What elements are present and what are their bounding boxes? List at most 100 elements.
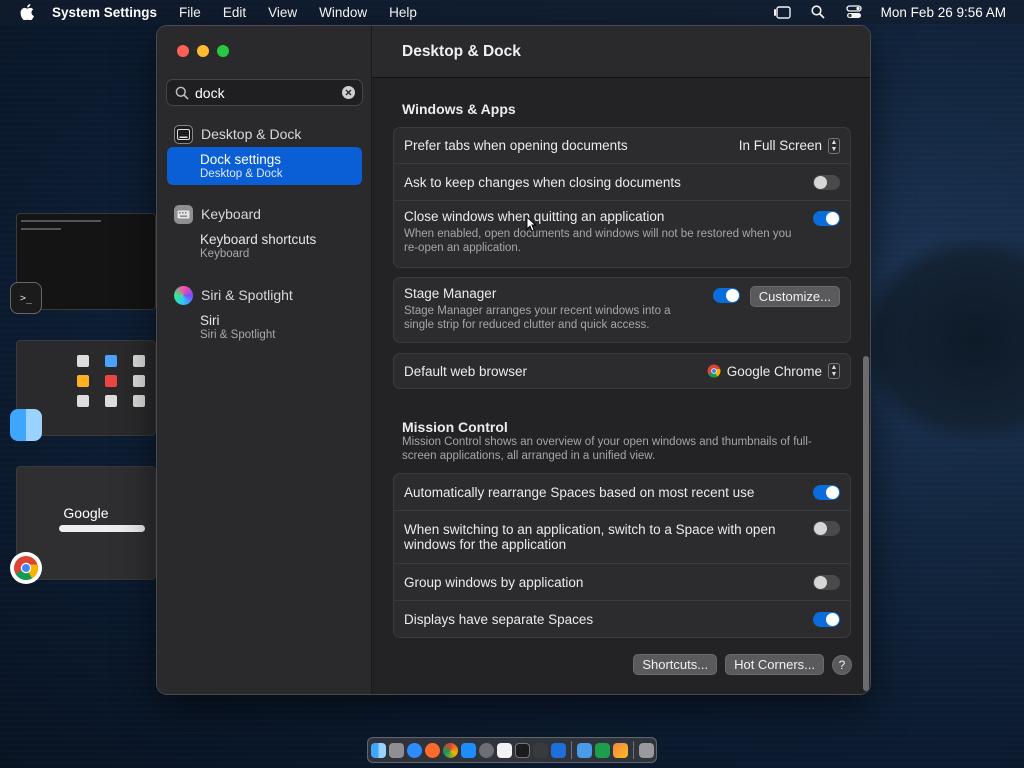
default-browser-label: Default web browser (404, 363, 528, 379)
menu-view[interactable]: View (268, 5, 297, 20)
sidebar-result-keyboard-shortcuts[interactable]: Keyboard shortcuts Keyboard (167, 227, 362, 265)
menu-window[interactable]: Window (319, 5, 367, 20)
dock-firefox-icon[interactable] (424, 742, 440, 758)
prefer-tabs-popup[interactable]: In Full Screen ▲ ▼ (739, 137, 840, 154)
dock-separator (570, 741, 572, 759)
dock-chrome-icon[interactable] (442, 742, 458, 758)
close-window-button[interactable] (177, 45, 189, 57)
row-prefer-tabs: Prefer tabs when opening documents In Fu… (394, 128, 850, 164)
stage-manager-desc: Stage Manager arranges your recent windo… (404, 305, 671, 331)
section-title-mission-control: Mission Control (402, 419, 508, 435)
help-button[interactable]: ? (832, 654, 852, 675)
shortcuts-button[interactable]: Shortcuts... (633, 654, 718, 675)
section-title-windows-apps: Windows & Apps (402, 101, 516, 117)
dock-trash-icon[interactable] (638, 742, 654, 758)
page-title: Desktop & Dock (372, 26, 870, 78)
terminal-app-icon[interactable]: >_ (10, 282, 42, 314)
customize-button[interactable]: Customize... (749, 286, 840, 307)
sidebar: dock Desktop & Dock Dock settings Deskto… (157, 26, 372, 694)
sidebar-group-siri: Siri & Spotlight Siri Siri & Spotlight (157, 282, 372, 346)
clear-search-icon[interactable] (342, 86, 355, 99)
popup-chevron-icon: ▲ ▼ (828, 363, 840, 379)
sidebar-item-label: Siri & Spotlight (201, 287, 293, 303)
dock-launchpad-icon[interactable] (388, 742, 404, 758)
auto-rearrange-toggle[interactable] (813, 484, 840, 500)
settings-content: Desktop & Dock Windows & Apps Prefer tab… (372, 26, 870, 694)
minimize-window-button[interactable] (197, 45, 209, 57)
result-title: Siri (200, 313, 220, 328)
google-logo-thumbnail: Google (63, 505, 109, 521)
siri-icon (174, 285, 193, 305)
menu-file[interactable]: File (179, 5, 201, 20)
search-input[interactable]: dock (195, 85, 342, 101)
dock-system-settings-icon[interactable] (478, 742, 494, 758)
row-stage-manager: Stage Manager Stage Manager arranges you… (394, 278, 850, 342)
chrome-app-icon[interactable] (10, 552, 42, 584)
finder-app-icon[interactable] (10, 409, 42, 441)
dock-vscode-icon[interactable] (550, 742, 566, 758)
result-caption: Desktop & Dock (200, 168, 283, 180)
group-windows-toggle[interactable] (813, 574, 840, 590)
default-browser-value: Google Chrome (726, 363, 822, 379)
stage-manager-status-icon[interactable] (773, 4, 791, 20)
sidebar-item-label: Desktop & Dock (201, 126, 302, 142)
dock-textedit-icon[interactable] (496, 742, 512, 758)
dock-excel-icon[interactable] (594, 742, 610, 758)
dock-app-store-icon[interactable] (460, 742, 476, 758)
window-controls (177, 45, 229, 57)
sidebar-item-keyboard[interactable]: Keyboard (157, 201, 372, 227)
menu-app-name[interactable]: System Settings (52, 5, 157, 20)
stage-manager-label: Stage Manager (404, 286, 497, 301)
sidebar-group-desktop-dock: Desktop & Dock Dock settings Desktop & D… (157, 121, 372, 185)
dock (367, 737, 657, 763)
menu-edit[interactable]: Edit (223, 5, 246, 20)
result-title: Keyboard shortcuts (200, 232, 317, 247)
scroll-thumb[interactable] (863, 356, 869, 691)
auto-rearrange-label: Automatically rearrange Spaces based on … (404, 484, 755, 500)
default-browser-popup[interactable]: Google Chrome ▲ ▼ (707, 363, 840, 379)
menu-bar: System Settings File Edit View Window He… (0, 0, 1024, 24)
prefer-tabs-label: Prefer tabs when opening documents (404, 138, 628, 153)
sidebar-item-siri-spotlight[interactable]: Siri & Spotlight (157, 282, 372, 308)
separate-spaces-toggle[interactable] (813, 611, 840, 627)
row-group-windows: Group windows by application (394, 564, 850, 601)
system-settings-window: dock Desktop & Dock Dock settings Deskto… (156, 25, 871, 695)
content-scrollbar[interactable] (863, 86, 869, 691)
close-windows-desc: When enabled, open documents and windows… (404, 228, 792, 254)
dock-script-editor-icon[interactable] (532, 742, 548, 758)
sidebar-search-field[interactable]: dock (166, 79, 363, 106)
mission-control-desc: Mission Control shows an overview of you… (402, 436, 812, 462)
apple-menu-icon[interactable] (18, 3, 36, 21)
sidebar-item-desktop-dock[interactable]: Desktop & Dock (157, 121, 372, 147)
dock-separator (632, 741, 634, 759)
sidebar-result-siri[interactable]: Siri Siri & Spotlight (167, 308, 362, 346)
keyboard-icon (174, 204, 193, 224)
spotlight-search-icon[interactable] (809, 4, 827, 20)
ask-keep-changes-toggle[interactable] (813, 174, 840, 190)
google-search-bar-thumbnail (59, 525, 145, 532)
footer-buttons: Shortcuts... Hot Corners... ? (633, 654, 852, 675)
dock-folder-icon[interactable] (576, 742, 592, 758)
popup-chevron-icon: ▲ ▼ (828, 137, 840, 154)
zoom-window-button[interactable] (217, 45, 229, 57)
row-default-browser: Default web browser Google Chrome ▲ ▼ (394, 354, 850, 388)
dock-finder-icon[interactable] (370, 742, 386, 758)
search-icon (175, 86, 189, 100)
menu-help[interactable]: Help (389, 5, 417, 20)
dock-terminal-icon[interactable] (514, 742, 530, 758)
close-windows-toggle[interactable] (813, 211, 840, 226)
hot-corners-button[interactable]: Hot Corners... (725, 654, 824, 675)
mission-control-card: Automatically rearrange Spaces based on … (393, 473, 851, 638)
stage-manager-card: Stage Manager Stage Manager arranges you… (393, 277, 851, 343)
dock-safari-icon[interactable] (406, 742, 422, 758)
mouse-pointer-icon (526, 216, 536, 232)
menu-clock[interactable]: Mon Feb 26 9:56 AM (881, 5, 1006, 20)
stage-manager-toggle[interactable] (712, 288, 740, 303)
dock-photos-icon[interactable] (612, 742, 628, 758)
sidebar-result-dock-settings[interactable]: Dock settings Desktop & Dock (167, 147, 362, 185)
switch-space-toggle[interactable] (813, 521, 840, 536)
control-center-icon[interactable] (845, 4, 863, 20)
close-windows-label: Close windows when quitting an applicati… (404, 209, 665, 224)
wallpaper-landmass (864, 240, 1024, 440)
switch-space-label: When switching to an application, switch… (404, 522, 776, 552)
